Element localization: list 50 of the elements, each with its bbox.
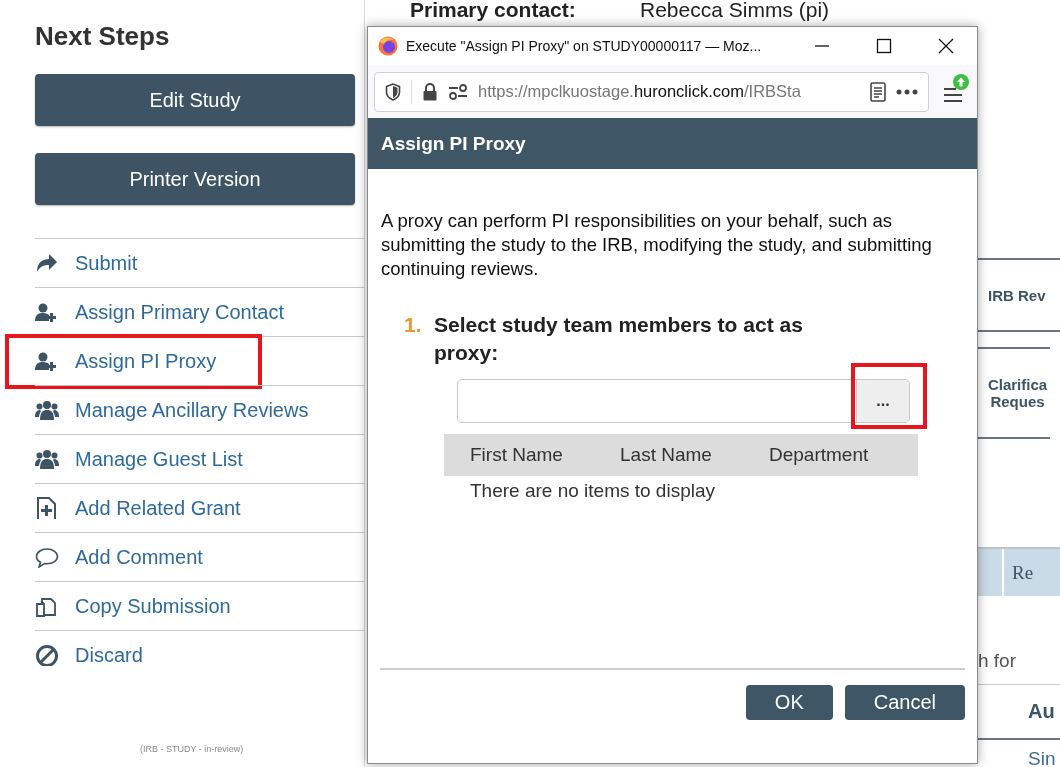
status-text: (IRB - STUDY - in-review)	[140, 744, 244, 754]
empty-message: There are no items to display	[469, 479, 716, 502]
input-field[interactable]: ...	[457, 379, 910, 423]
window-title: Execute "Assign PI Proxy" on STUDY00000117 — Moz...	[406, 38, 763, 54]
browser-logo-icon	[378, 36, 398, 56]
dialog-title: Assign PI Proxy	[368, 118, 977, 169]
user-plus-icon	[35, 350, 59, 372]
address-bar[interactable]: https://mpclkuostage.huronclick.com/IRBSta	[374, 71, 929, 112]
field-value: Rebecca Simms (pi)	[640, 0, 830, 23]
reader-view-icon[interactable]	[870, 81, 886, 102]
menu-icon[interactable]	[943, 86, 963, 103]
action-button[interactable]: Edit Study	[35, 74, 355, 126]
description-text: A proxy can perform PI responsibilities on your behalf, such as submitting the study to the IRB, modifying the study, and submitting continuing reviews.	[381, 209, 933, 281]
browse-button[interactable]: ...	[856, 380, 909, 422]
url-text: https://mpclkuostage.huronclick.com/IRBSta	[478, 82, 802, 101]
column-header: Department	[769, 444, 869, 466]
file-plus-icon	[35, 497, 59, 519]
share-arrow-icon	[35, 252, 59, 274]
sliders-icon	[448, 83, 468, 100]
maximize-icon[interactable]	[876, 38, 892, 54]
dialog-button[interactable]: OK	[745, 685, 833, 720]
copy-icon	[35, 595, 59, 617]
lock-icon	[422, 82, 438, 101]
table-cell-text: Sin	[1027, 748, 1057, 767]
users-icon	[35, 448, 59, 470]
more-icon[interactable]	[896, 88, 918, 95]
column-header: Re	[1002, 549, 1060, 596]
shield-icon	[385, 82, 401, 101]
speech-bubble-icon	[35, 546, 59, 568]
action-link[interactable]: Manage Ancillary Reviews	[35, 398, 309, 422]
step-label: Select study team members to act as proxy:	[434, 312, 804, 366]
action-link[interactable]: Add Comment	[35, 545, 203, 569]
action-link[interactable]: Assign Primary Contact	[35, 300, 284, 324]
user-plus-icon	[35, 301, 59, 323]
step-number: 1.	[404, 312, 423, 338]
action-button[interactable]: Printer Version	[35, 153, 355, 205]
action-link[interactable]: Manage Guest List	[35, 447, 243, 471]
field-label: Primary contact:	[410, 0, 577, 23]
section-title: Next Steps	[35, 20, 171, 53]
action-link[interactable]: Copy Submission	[35, 594, 231, 618]
column-header: Last Name	[620, 444, 713, 466]
action-link[interactable]: Submit	[35, 251, 138, 275]
users-icon	[35, 399, 59, 421]
action-link[interactable]: Add Related Grant	[35, 496, 241, 520]
column-header: First Name	[470, 444, 564, 466]
action-link[interactable]: Discard	[35, 643, 143, 667]
action-link[interactable]: Assign PI Proxy	[35, 349, 217, 373]
dialog-button[interactable]: Cancel	[844, 685, 965, 720]
close-icon[interactable]	[938, 38, 954, 54]
ban-icon	[35, 644, 59, 666]
